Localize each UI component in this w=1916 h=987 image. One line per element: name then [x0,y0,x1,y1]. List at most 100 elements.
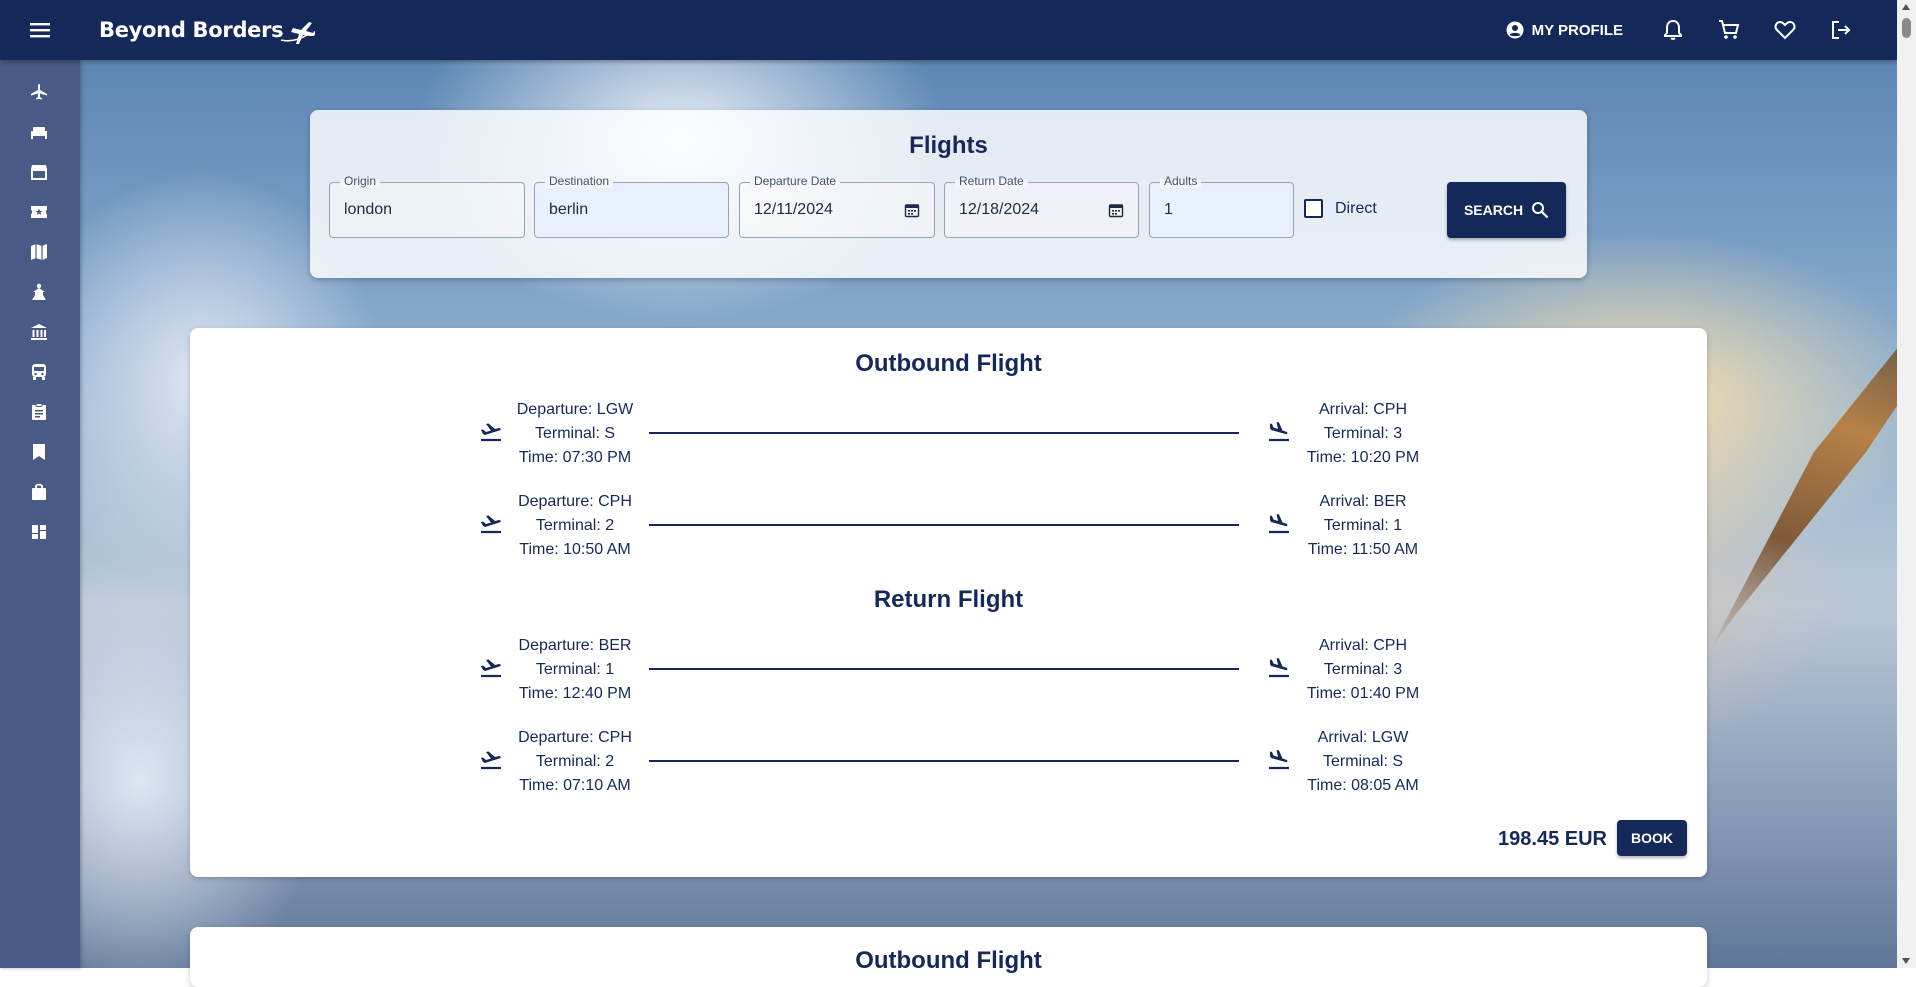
departure-info: Departure: BER Terminal: 1 Time: 12:40 P… [495,634,655,706]
flight-search-panel: Flights Origin london Destination berlin… [310,110,1587,278]
sidebar-item-transport[interactable] [27,360,51,384]
menu-icon[interactable] [25,18,55,42]
flight-leg: Departure: BER Terminal: 1 Time: 12:40 P… [190,634,1707,706]
scroll-up-arrow-icon[interactable] [1902,4,1910,10]
checkbox-box[interactable] [1304,199,1323,218]
top-app-bar: Beyond Borders MY PROFILE [0,0,1897,60]
notifications-button[interactable] [1645,0,1701,60]
airplane-logo-icon [281,22,316,44]
calendar-icon[interactable] [1108,202,1124,218]
departure-airport: Departure: CPH [518,493,632,510]
search-title: Flights [909,132,988,159]
account-circle-icon [1506,21,1524,39]
scrollbar-thumb[interactable] [1902,18,1911,38]
bell-icon [1664,19,1682,40]
destination-label: Destination [545,174,614,188]
cart-icon [1719,20,1740,39]
favorites-button[interactable] [1757,0,1813,60]
flight-leg: Departure: CPH Terminal: 2 Time: 10:50 A… [190,490,1707,562]
departure-date-field[interactable]: Departure Date 12/11/2024 [739,174,935,238]
bag-icon [32,483,46,500]
logo-text: Beyond Borders [99,18,284,42]
route-line [649,668,1239,670]
sidebar-item-shopping[interactable] [27,480,51,504]
return-flight-title: Return Flight [873,586,1024,613]
arrival-time: Time: 08:05 AM [1307,777,1419,794]
adults-label: Adults [1160,174,1202,188]
dashboard-icon [32,525,46,539]
arrival-info: Arrival: CPH Terminal: 3 Time: 01:40 PM [1283,634,1443,706]
departure-date-value: 12/11/2024 [754,201,833,218]
destination-field[interactable]: Destination berlin [534,174,729,238]
logout-button[interactable] [1813,0,1869,60]
flight-leg: Departure: CPH Terminal: 2 Time: 07:10 A… [190,726,1707,798]
page-scrollbar[interactable] [1897,0,1916,968]
logout-icon [1832,21,1851,39]
total-price: 198.45 EUR [1498,828,1607,850]
scroll-down-arrow-icon[interactable] [1902,958,1910,964]
attraction-icon [32,283,46,300]
departure-time: Time: 10:50 AM [519,541,631,558]
heart-icon [1774,20,1796,40]
arrival-time: Time: 01:40 PM [1306,685,1420,702]
route-line [649,524,1239,526]
my-profile-button[interactable]: MY PROFILE [1506,21,1623,39]
departure-info: Departure: CPH Terminal: 2 Time: 07:10 A… [495,726,655,798]
origin-field[interactable]: Origin london [329,174,525,238]
arrival-info: Arrival: LGW Terminal: S Time: 08:05 AM [1283,726,1443,798]
sidebar-item-flights[interactable] [27,80,51,104]
ticket-icon [31,206,47,218]
book-button[interactable]: BOOK [1617,820,1687,856]
flight-icon [31,84,47,100]
sidebar-item-attractions[interactable] [27,280,51,304]
museum-icon [31,324,47,340]
cart-button[interactable] [1701,0,1757,60]
departure-info: Departure: CPH Terminal: 2 Time: 10:50 A… [495,490,655,562]
sidebar-item-tickets[interactable] [27,200,51,224]
search-button-label: SEARCH [1463,202,1524,218]
book-button-label: BOOK [1631,830,1673,846]
arrival-info: Arrival: CPH Terminal: 3 Time: 10:20 PM [1283,398,1443,470]
arrival-terminal: Terminal: 3 [1323,661,1403,678]
search-button[interactable]: SEARCH [1447,182,1566,238]
departure-airport: Departure: LGW [516,401,634,418]
departure-time: Time: 12:40 PM [518,685,632,702]
departure-terminal: Terminal: 2 [535,517,615,534]
origin-value: london [344,201,393,218]
sidebar-item-itinerary[interactable] [27,400,51,424]
sidebar-item-museums[interactable] [27,320,51,344]
departure-airport: Departure: CPH [518,729,632,746]
sidebar-item-stores[interactable] [27,160,51,184]
sidebar-item-dashboard[interactable] [27,520,51,544]
return-date-value: 12/18/2024 [959,201,1040,218]
bus-icon [32,364,46,380]
direct-checkbox[interactable]: Direct [1304,199,1377,218]
arrival-airport: Arrival: CPH [1318,401,1407,418]
return-date-label: Return Date [955,174,1028,188]
outbound-flight-title: Outbound Flight [855,350,1042,377]
logo[interactable]: Beyond Borders [99,14,316,46]
outbound-flight-title: Outbound Flight [855,947,1042,974]
bookmark-icon [33,444,45,460]
departure-terminal: Terminal: S [534,425,616,442]
sidebar-item-maps[interactable] [27,240,51,264]
arrival-time: Time: 10:20 PM [1306,449,1420,466]
arrival-terminal: Terminal: 3 [1323,425,1403,442]
arrival-terminal: Terminal: S [1322,753,1404,770]
arrival-airport: Arrival: BER [1319,493,1407,510]
destination-value: berlin [549,201,589,218]
arrival-terminal: Terminal: 1 [1323,517,1403,534]
return-date-field[interactable]: Return Date 12/18/2024 [944,174,1139,238]
flight-leg: Departure: LGW Terminal: S Time: 07:30 P… [190,398,1707,470]
adults-field[interactable]: Adults 1 [1149,174,1294,238]
departure-info: Departure: LGW Terminal: S Time: 07:30 P… [495,398,655,470]
calendar-icon[interactable] [904,202,920,218]
my-profile-label: MY PROFILE [1531,21,1623,39]
sidebar-item-hotels[interactable] [27,120,51,144]
departure-terminal: Terminal: 1 [535,661,615,678]
map-icon [31,244,47,260]
sidebar [0,60,80,968]
route-line [649,760,1239,762]
sidebar-item-bookmarks[interactable] [27,440,51,464]
departure-date-label: Departure Date [750,174,841,188]
